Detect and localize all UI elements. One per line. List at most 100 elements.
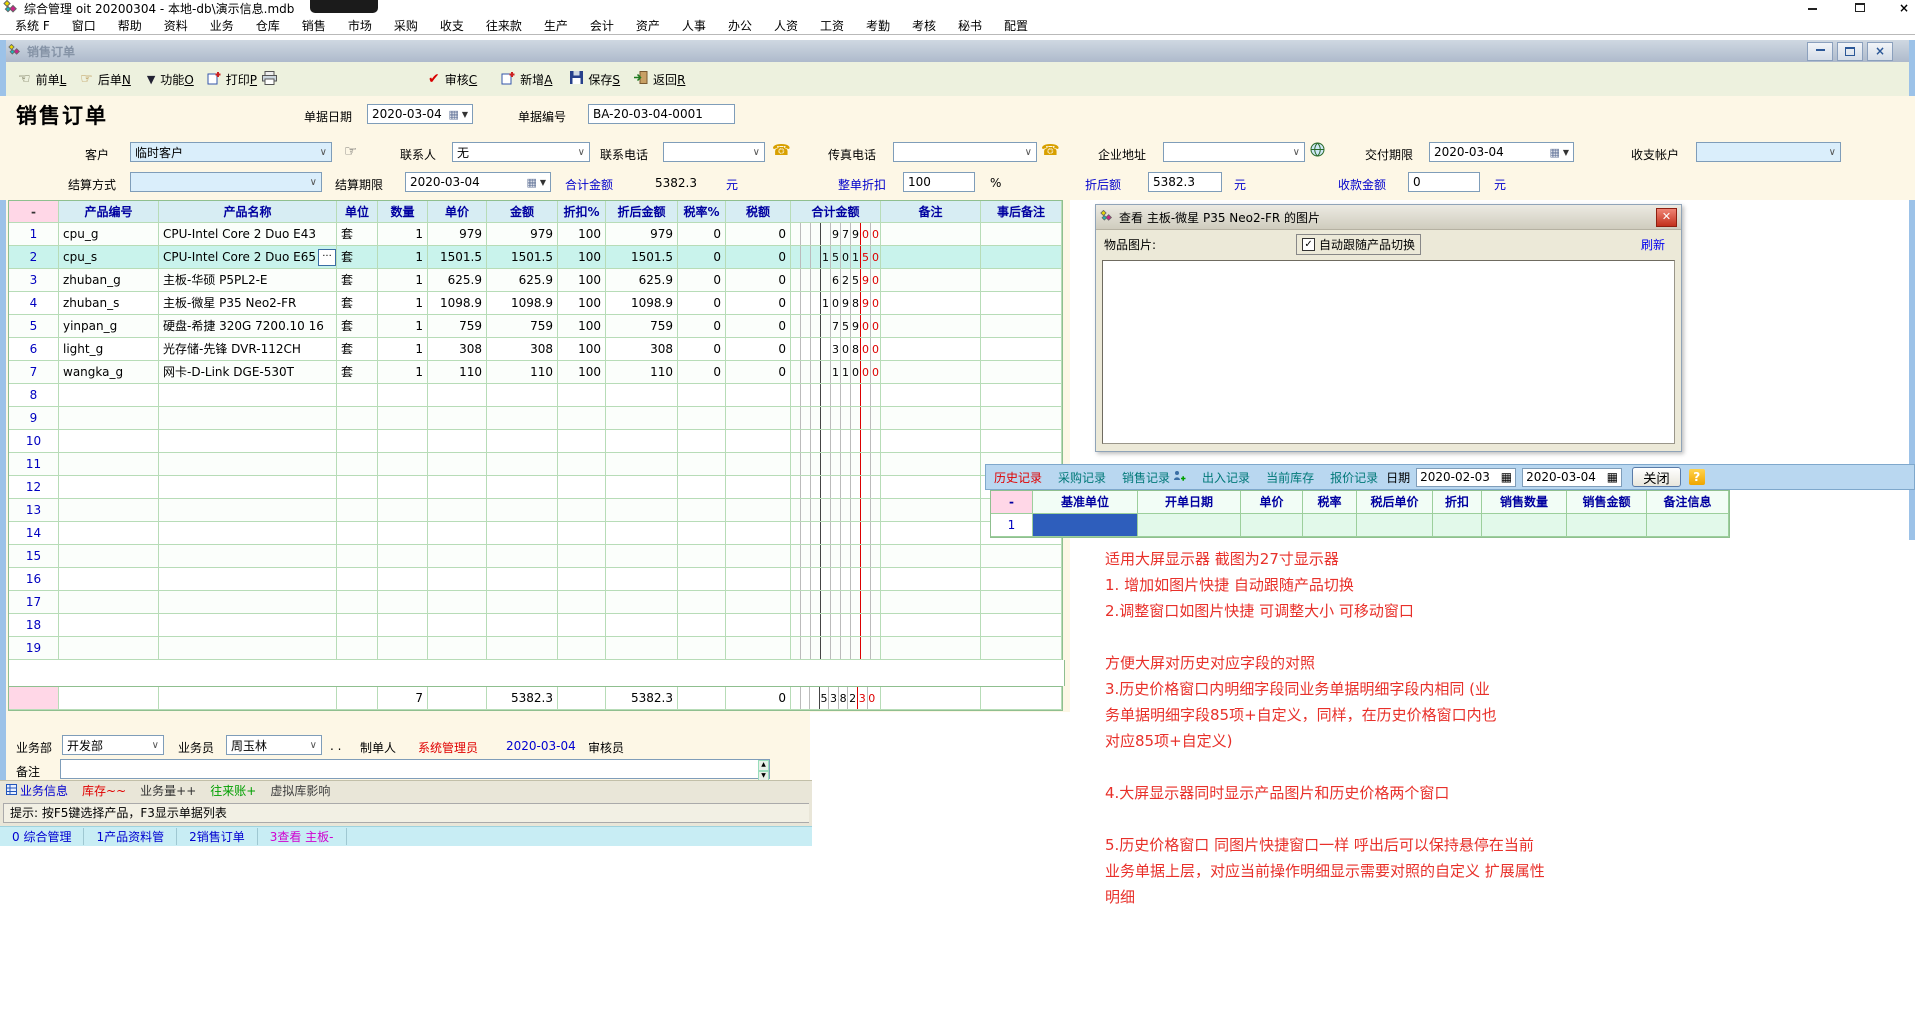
table-row-19-cell-tax_rate[interactable] (678, 637, 726, 660)
table-row-4-cell-qty[interactable]: 1 (378, 292, 428, 315)
table-row-16-cell-name[interactable] (159, 568, 337, 591)
menu-item-工资[interactable]: 工资 (809, 17, 855, 34)
table-row-6-cell-code[interactable]: light_g (59, 338, 159, 361)
table-row-16-cell-unit[interactable] (337, 568, 378, 591)
table-row-3-cell-postnote[interactable] (981, 269, 1062, 292)
table-row-19-cell-postnote[interactable] (981, 637, 1062, 660)
table-row-15-cell-code[interactable] (59, 545, 159, 568)
history-row-1-cell-6[interactable] (1433, 514, 1482, 537)
table-row-5-cell-qty[interactable]: 1 (378, 315, 428, 338)
table-row-18-cell-price[interactable] (428, 614, 487, 637)
table-row-17-cell-qty[interactable] (378, 591, 428, 614)
menu-item-业务[interactable]: 业务 (199, 17, 245, 34)
table-row-10-cell-disc_amount[interactable] (606, 430, 678, 453)
table-row-18-cell-tax[interactable] (726, 614, 791, 637)
menu-item-资产[interactable]: 资产 (625, 17, 671, 34)
table-row-4-cell-unit[interactable]: 套 (337, 292, 378, 315)
table-row-9-cell-disc_amount[interactable] (606, 407, 678, 430)
auto-follow-checkbox-group[interactable]: ✓ 自动跟随产品切换 (1296, 234, 1421, 255)
table-row-6-cell-unit[interactable]: 套 (337, 338, 378, 361)
table-row-6-cell-disc_amount[interactable]: 308 (606, 338, 678, 361)
table-row-6-cell-name[interactable]: 光存储-先锋 DVR-112CH (159, 338, 337, 361)
info-item-虚拟库影响[interactable]: 虚拟库影响 (270, 782, 330, 799)
table-row-16-cell-qty[interactable] (378, 568, 428, 591)
table-row-1-cell-discount[interactable]: 100 (558, 223, 606, 246)
table-row-6-cell-discount[interactable]: 100 (558, 338, 606, 361)
table-row-19-cell-tax[interactable] (726, 637, 791, 660)
toolbar-button-add[interactable]: 新增A (501, 71, 552, 88)
table-row-14-cell-code[interactable] (59, 522, 159, 545)
table-row-18-cell-name[interactable] (159, 614, 337, 637)
table-row-3-cell-disc_amount[interactable]: 625.9 (606, 269, 678, 292)
table-row-3-cell-tax[interactable]: 0 (726, 269, 791, 292)
table-row-15-cell-digits[interactable] (791, 545, 881, 568)
table-row-10-cell-code[interactable] (59, 430, 159, 453)
table-row-6-cell-amount[interactable]: 308 (487, 338, 558, 361)
table-row-4-cell-tax_rate[interactable]: 0 (678, 292, 726, 315)
table-row-5-cell-postnote[interactable] (981, 315, 1062, 338)
table-row-9-cell-unit[interactable] (337, 407, 378, 430)
table-row-13-cell-tax[interactable] (726, 499, 791, 522)
table-row-1-cell-tax[interactable]: 0 (726, 223, 791, 246)
table-row-4-cell-digits[interactable]: 109890 (791, 292, 881, 315)
history-close-button[interactable]: 关闭 (1632, 467, 1681, 487)
menu-item-秘书[interactable]: 秘书 (947, 17, 993, 34)
table-row-2-cell-discount[interactable]: 100 (558, 246, 606, 269)
table-row-12-cell-tax[interactable] (726, 476, 791, 499)
table-row-1-cell-postnote[interactable] (981, 223, 1062, 246)
table-row-4-cell-amount[interactable]: 1098.9 (487, 292, 558, 315)
table-row-11-cell-tax_rate[interactable] (678, 453, 726, 476)
table-row-4-cell-code[interactable]: zhuban_s (59, 292, 159, 315)
table-row-18-cell-digits[interactable] (791, 614, 881, 637)
table-row-4-cell-note[interactable] (881, 292, 981, 315)
table-row-11-cell-amount[interactable] (487, 453, 558, 476)
browse-button[interactable]: ··· (318, 249, 336, 266)
table-row-8-cell-unit[interactable] (337, 384, 378, 407)
table-row-12-cell-name[interactable] (159, 476, 337, 499)
table-row-9-cell-name[interactable] (159, 407, 337, 430)
fax-select[interactable]: ∨ (893, 142, 1037, 162)
table-row-2-cell-tax_rate[interactable]: 0 (678, 246, 726, 269)
pointing-hand-icon[interactable]: ☞ (344, 142, 357, 160)
table-row-7-cell-discount[interactable]: 100 (558, 361, 606, 384)
menu-item-人资[interactable]: 人资 (763, 17, 809, 34)
table-row-17-cell-name[interactable] (159, 591, 337, 614)
table-row-7-cell-tax[interactable]: 0 (726, 361, 791, 384)
table-row-4-cell-name[interactable]: 主板-微星 P35 Neo2-FR (159, 292, 337, 315)
table-row-16-cell-tax[interactable] (726, 568, 791, 591)
history-tab-采购记录[interactable]: 采购记录 (1050, 469, 1114, 486)
menu-item-帮助[interactable]: 帮助 (107, 17, 153, 34)
received-input[interactable]: 0 (1408, 172, 1480, 192)
history-row-1-cell-5[interactable] (1357, 514, 1433, 537)
note-input[interactable] (60, 759, 770, 779)
table-row-12-cell-note[interactable] (881, 476, 981, 499)
table-row-10-cell-postnote[interactable] (981, 430, 1062, 453)
table-row-1-cell-disc_amount[interactable]: 979 (606, 223, 678, 246)
table-row-15-cell-tax[interactable] (726, 545, 791, 568)
menu-item-办公[interactable]: 办公 (717, 17, 763, 34)
table-row-2-cell-qty[interactable]: 1 (378, 246, 428, 269)
app-close-button[interactable]: × (1890, 1, 1915, 15)
refresh-link[interactable]: 刷新 (1641, 236, 1665, 253)
settle-date-input[interactable]: 2020-03-04▦▼ (405, 172, 551, 192)
table-row-10-cell-name[interactable] (159, 430, 337, 453)
table-row-4-cell-disc_amount[interactable]: 1098.9 (606, 292, 678, 315)
table-row-17-cell-amount[interactable] (487, 591, 558, 614)
table-row-12-cell-tax_rate[interactable] (678, 476, 726, 499)
table-row-8-cell-disc_amount[interactable] (606, 384, 678, 407)
table-row-3-cell-code[interactable]: zhuban_g (59, 269, 159, 292)
menu-item-资料[interactable]: 资料 (153, 17, 199, 34)
table-row-1-cell-qty[interactable]: 1 (378, 223, 428, 246)
table-row-1-cell-name[interactable]: CPU-Intel Core 2 Duo E43 (159, 223, 337, 246)
info-item-业务量++[interactable]: 业务量++ (140, 782, 196, 799)
table-row-4-cell-tax[interactable]: 0 (726, 292, 791, 315)
table-row-8-cell-postnote[interactable] (981, 384, 1062, 407)
table-row-12-cell-digits[interactable] (791, 476, 881, 499)
table-row-15-cell-postnote[interactable] (981, 545, 1062, 568)
menu-item-生产[interactable]: 生产 (533, 17, 579, 34)
menu-item-市场[interactable]: 市场 (337, 17, 383, 34)
table-row-17-cell-digits[interactable] (791, 591, 881, 614)
table-row-13-cell-price[interactable] (428, 499, 487, 522)
table-row-7-cell-digits[interactable]: 11000 (791, 361, 881, 384)
app-minimize-button[interactable] (1798, 1, 1826, 15)
